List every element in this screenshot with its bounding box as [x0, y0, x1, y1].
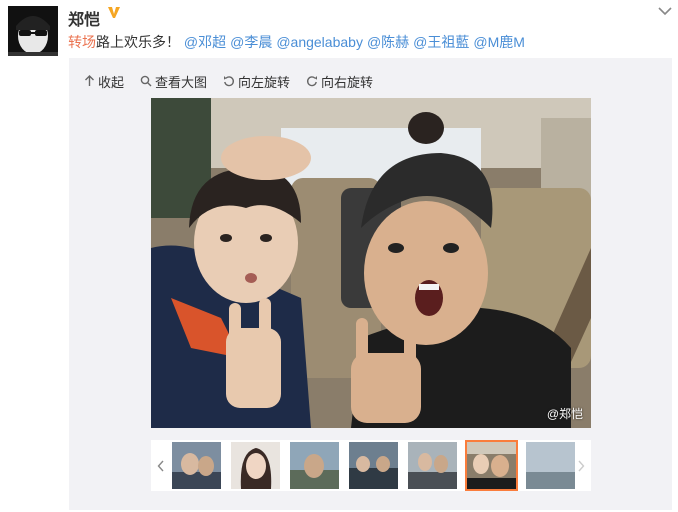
thumbnail-image: [290, 442, 339, 489]
thumbnail[interactable]: [349, 442, 398, 489]
thumbnail[interactable]: [408, 442, 457, 489]
thumbnail-image: [349, 442, 398, 489]
post-text: 转场路上欢乐多！ @邓超 @李晨 @angelababy @陈赫 @王祖藍 @M鹿M: [68, 32, 529, 52]
avatar[interactable]: [8, 6, 58, 56]
rotate-right-icon: [307, 76, 318, 87]
avatar-image: [8, 6, 58, 56]
media-toolbar: 收起 查看大图 向左旋转 向右旋转: [84, 71, 389, 91]
photo-image: [151, 98, 591, 428]
thumbnail-image: [408, 442, 457, 489]
thumbnail-selected[interactable]: [465, 440, 518, 491]
rotate-left-icon: [224, 76, 235, 87]
topic-link[interactable]: 转场: [68, 34, 96, 50]
search-icon: [140, 75, 152, 87]
thumbnail-image: [231, 442, 280, 489]
main-photo[interactable]: @郑恺: [151, 98, 591, 428]
prev-thumbnails-button[interactable]: [151, 440, 171, 491]
rotate-right-button[interactable]: 向右旋转: [306, 72, 373, 91]
mention-link[interactable]: @angelababy: [276, 34, 363, 50]
thumbnail[interactable]: [526, 442, 575, 489]
rotate-left-button[interactable]: 向左旋转: [223, 72, 290, 91]
collapse-button[interactable]: 收起: [84, 72, 124, 91]
mention-link[interactable]: @邓超: [184, 34, 226, 50]
thumbnail-image: [172, 442, 221, 489]
thumbnail-image: [526, 442, 575, 489]
verified-badge-icon: [108, 7, 120, 18]
mention-link[interactable]: @M鹿M: [473, 34, 525, 50]
view-large-button[interactable]: 查看大图: [140, 72, 207, 91]
chevron-down-icon[interactable]: [656, 4, 674, 18]
thumbnail-image: [467, 442, 516, 489]
collapse-arrow-icon: [85, 75, 94, 86]
mention-link[interactable]: @李晨: [230, 34, 272, 50]
next-thumbnails-button[interactable]: [571, 440, 591, 491]
rotate-left-label: 向左旋转: [238, 74, 291, 90]
thumbnail[interactable]: [172, 442, 221, 489]
mention-link[interactable]: @陈赫: [367, 34, 409, 50]
username-link[interactable]: 郑恺: [68, 6, 100, 30]
rotate-right-label: 向右旋转: [321, 74, 374, 90]
photo-watermark: @郑恺: [546, 407, 583, 421]
thumbnail[interactable]: [290, 442, 339, 489]
chevron-right-icon: [578, 460, 585, 471]
thumbnail[interactable]: [231, 442, 280, 489]
chevron-left-icon: [157, 460, 164, 471]
view-large-label: 查看大图: [155, 74, 208, 90]
collapse-label: 收起: [98, 74, 125, 90]
post-body: 路上欢乐多！: [96, 34, 180, 50]
thumbnail-strip: [151, 440, 591, 491]
mention-link[interactable]: @王祖藍: [413, 34, 469, 50]
